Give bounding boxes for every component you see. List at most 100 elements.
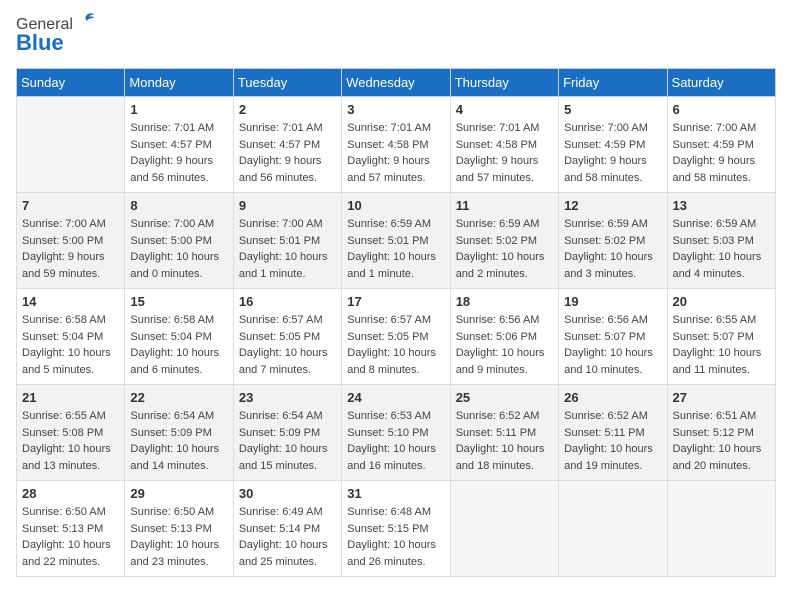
day-info: Sunrise: 7:00 AMSunset: 5:00 PMDaylight:… <box>22 216 119 282</box>
day-info: Sunrise: 6:54 AMSunset: 5:09 PMDaylight:… <box>239 408 336 474</box>
calendar-cell: 25Sunrise: 6:52 AMSunset: 5:11 PMDayligh… <box>450 385 558 481</box>
calendar-week-row: 14 Sunrise: 6:58 AMSunset: 5:04 PMDayligh… <box>17 289 776 385</box>
calendar-cell: 31 Sunrise: 6:48 AMSunset: 5:15 PMDayligh… <box>342 481 450 577</box>
day-number: 8 <box>130 198 227 213</box>
weekday-header: Saturday <box>667 69 775 97</box>
calendar-cell: 2 Sunrise: 7:01 AMSunset: 4:57 PMDaylight… <box>233 97 341 193</box>
weekday-header: Friday <box>559 69 667 97</box>
calendar-cell: 26 Sunrise: 6:52 AMSunset: 5:11 PMDayligh… <box>559 385 667 481</box>
day-number: 6 <box>673 102 770 117</box>
calendar-cell: 10Sunrise: 6:59 AMSunset: 5:01 PMDayligh… <box>342 193 450 289</box>
calendar-week-row: 1 Sunrise: 7:01 AMSunset: 4:57 PMDaylight… <box>17 97 776 193</box>
day-info: Sunrise: 6:59 AMSunset: 5:03 PMDaylight:… <box>673 216 770 282</box>
day-number: 11 <box>456 198 553 213</box>
day-info: Sunrise: 6:49 AMSunset: 5:14 PMDaylight:… <box>239 504 336 570</box>
calendar-week-row: 28 Sunrise: 6:50 AMSunset: 5:13 PMDayligh… <box>17 481 776 577</box>
day-number: 12 <box>564 198 661 213</box>
day-number: 1 <box>130 102 227 117</box>
calendar-cell: 21 Sunrise: 6:55 AMSunset: 5:08 PMDayligh… <box>17 385 125 481</box>
day-number: 10 <box>347 198 444 213</box>
day-number: 23 <box>239 390 336 405</box>
calendar-cell: 4 Sunrise: 7:01 AMSunset: 4:58 PMDaylight… <box>450 97 558 193</box>
calendar-cell: 6 Sunrise: 7:00 AMSunset: 4:59 PMDaylight… <box>667 97 775 193</box>
day-number: 21 <box>22 390 119 405</box>
calendar-cell: 18Sunrise: 6:56 AMSunset: 5:06 PMDayligh… <box>450 289 558 385</box>
day-info: Sunrise: 7:01 AMSunset: 4:58 PMDaylight:… <box>347 120 444 186</box>
day-number: 5 <box>564 102 661 117</box>
day-number: 31 <box>347 486 444 501</box>
weekday-header: Tuesday <box>233 69 341 97</box>
calendar-cell <box>667 481 775 577</box>
day-info: Sunrise: 6:58 AMSunset: 5:04 PMDaylight:… <box>22 312 119 378</box>
logo: General Blue <box>16 16 96 56</box>
weekday-header: Thursday <box>450 69 558 97</box>
calendar-cell: 19Sunrise: 6:56 AMSunset: 5:07 PMDayligh… <box>559 289 667 385</box>
day-number: 4 <box>456 102 553 117</box>
calendar-cell: 15 Sunrise: 6:58 AMSunset: 5:04 PMDayligh… <box>125 289 233 385</box>
calendar-cell: 27 Sunrise: 6:51 AMSunset: 5:12 PMDayligh… <box>667 385 775 481</box>
day-info: Sunrise: 6:48 AMSunset: 5:15 PMDaylight:… <box>347 504 444 570</box>
day-number: 29 <box>130 486 227 501</box>
day-info: Sunrise: 6:57 AMSunset: 5:05 PMDaylight:… <box>347 312 444 378</box>
day-info: Sunrise: 7:00 AMSunset: 4:59 PMDaylight:… <box>564 120 661 186</box>
day-number: 15 <box>130 294 227 309</box>
day-number: 16 <box>239 294 336 309</box>
day-number: 3 <box>347 102 444 117</box>
calendar-cell <box>559 481 667 577</box>
calendar-cell <box>17 97 125 193</box>
calendar-cell: 9Sunrise: 7:00 AMSunset: 5:01 PMDaylight… <box>233 193 341 289</box>
day-number: 30 <box>239 486 336 501</box>
day-info: Sunrise: 6:52 AMSunset: 5:11 PMDaylight:… <box>564 408 661 474</box>
day-info: Sunrise: 7:00 AMSunset: 4:59 PMDaylight:… <box>673 120 770 186</box>
day-number: 17 <box>347 294 444 309</box>
logo-blue-text: Blue <box>16 30 64 56</box>
calendar-cell: 13 Sunrise: 6:59 AMSunset: 5:03 PMDayligh… <box>667 193 775 289</box>
day-info: Sunrise: 7:01 AMSunset: 4:57 PMDaylight:… <box>130 120 227 186</box>
day-info: Sunrise: 6:59 AMSunset: 5:02 PMDaylight:… <box>564 216 661 282</box>
day-info: Sunrise: 6:58 AMSunset: 5:04 PMDaylight:… <box>130 312 227 378</box>
calendar-cell: 3 Sunrise: 7:01 AMSunset: 4:58 PMDaylight… <box>342 97 450 193</box>
calendar-table: SundayMondayTuesdayWednesdayThursdayFrid… <box>16 68 776 577</box>
day-number: 13 <box>673 198 770 213</box>
day-number: 24 <box>347 390 444 405</box>
day-info: Sunrise: 6:55 AMSunset: 5:08 PMDaylight:… <box>22 408 119 474</box>
day-number: 28 <box>22 486 119 501</box>
weekday-header: Wednesday <box>342 69 450 97</box>
calendar-cell: 17 Sunrise: 6:57 AMSunset: 5:05 PMDayligh… <box>342 289 450 385</box>
day-info: Sunrise: 6:56 AMSunset: 5:07 PMDaylight:… <box>564 312 661 378</box>
day-number: 9 <box>239 198 336 213</box>
day-number: 27 <box>673 390 770 405</box>
calendar-cell: 11Sunrise: 6:59 AMSunset: 5:02 PMDayligh… <box>450 193 558 289</box>
day-info: Sunrise: 6:50 AMSunset: 5:13 PMDaylight:… <box>22 504 119 570</box>
day-number: 14 <box>22 294 119 309</box>
day-number: 7 <box>22 198 119 213</box>
day-info: Sunrise: 6:50 AMSunset: 5:13 PMDaylight:… <box>130 504 227 570</box>
calendar-cell: 29 Sunrise: 6:50 AMSunset: 5:13 PMDayligh… <box>125 481 233 577</box>
day-info: Sunrise: 6:57 AMSunset: 5:05 PMDaylight:… <box>239 312 336 378</box>
calendar-cell: 28 Sunrise: 6:50 AMSunset: 5:13 PMDayligh… <box>17 481 125 577</box>
logo-bird-icon <box>76 11 96 31</box>
day-number: 2 <box>239 102 336 117</box>
calendar-header-row: SundayMondayTuesdayWednesdayThursdayFrid… <box>17 69 776 97</box>
weekday-header: Sunday <box>17 69 125 97</box>
day-number: 26 <box>564 390 661 405</box>
calendar-cell: 22Sunrise: 6:54 AMSunset: 5:09 PMDayligh… <box>125 385 233 481</box>
calendar-cell: 8Sunrise: 7:00 AMSunset: 5:00 PMDaylight… <box>125 193 233 289</box>
weekday-header: Monday <box>125 69 233 97</box>
calendar-cell: 30 Sunrise: 6:49 AMSunset: 5:14 PMDayligh… <box>233 481 341 577</box>
calendar-week-row: 21 Sunrise: 6:55 AMSunset: 5:08 PMDayligh… <box>17 385 776 481</box>
day-info: Sunrise: 7:01 AMSunset: 4:57 PMDaylight:… <box>239 120 336 186</box>
day-info: Sunrise: 6:55 AMSunset: 5:07 PMDaylight:… <box>673 312 770 378</box>
calendar-cell: 5 Sunrise: 7:00 AMSunset: 4:59 PMDaylight… <box>559 97 667 193</box>
day-info: Sunrise: 6:51 AMSunset: 5:12 PMDaylight:… <box>673 408 770 474</box>
calendar-cell: 20Sunrise: 6:55 AMSunset: 5:07 PMDayligh… <box>667 289 775 385</box>
day-info: Sunrise: 7:01 AMSunset: 4:58 PMDaylight:… <box>456 120 553 186</box>
calendar-cell: 24Sunrise: 6:53 AMSunset: 5:10 PMDayligh… <box>342 385 450 481</box>
calendar-cell: 7 Sunrise: 7:00 AMSunset: 5:00 PMDaylight… <box>17 193 125 289</box>
calendar-week-row: 7 Sunrise: 7:00 AMSunset: 5:00 PMDaylight… <box>17 193 776 289</box>
day-number: 18 <box>456 294 553 309</box>
day-info: Sunrise: 6:54 AMSunset: 5:09 PMDaylight:… <box>130 408 227 474</box>
day-info: Sunrise: 6:52 AMSunset: 5:11 PMDaylight:… <box>456 408 553 474</box>
calendar-cell: 1 Sunrise: 7:01 AMSunset: 4:57 PMDaylight… <box>125 97 233 193</box>
calendar-cell: 14 Sunrise: 6:58 AMSunset: 5:04 PMDayligh… <box>17 289 125 385</box>
